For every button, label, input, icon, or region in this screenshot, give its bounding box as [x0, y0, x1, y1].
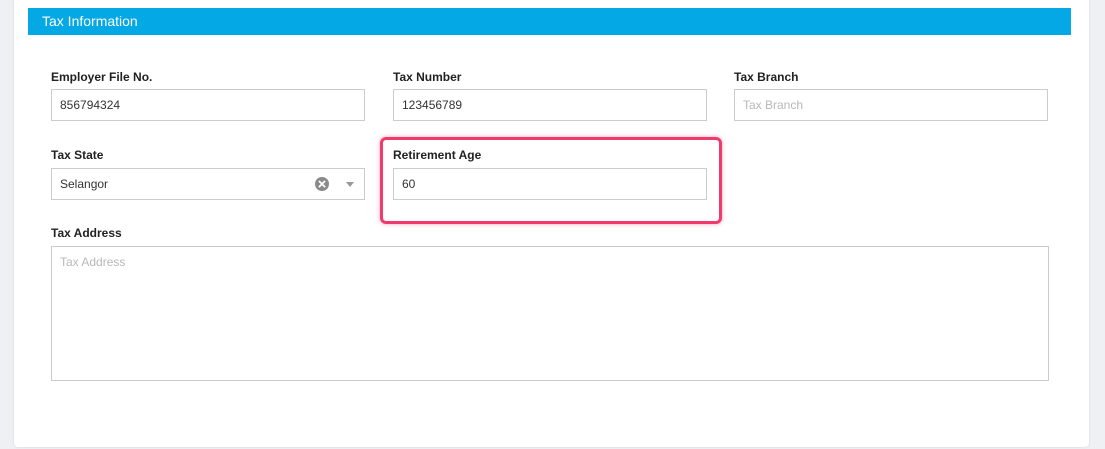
retirement-age-label: Retirement Age: [393, 148, 482, 162]
clear-icon[interactable]: [315, 177, 329, 191]
employer-file-no-label: Employer File No.: [51, 70, 153, 84]
tax-state-label: Tax State: [51, 148, 104, 162]
tax-state-select[interactable]: Selangor: [51, 168, 365, 200]
tax-number-label: Tax Number: [393, 70, 462, 84]
tax-address-textarea[interactable]: [51, 246, 1049, 381]
chevron-down-icon[interactable]: [346, 182, 354, 187]
retirement-age-input[interactable]: [393, 168, 707, 200]
tax-state-value: Selangor: [60, 177, 109, 191]
tax-branch-label: Tax Branch: [734, 70, 799, 84]
section-header: Tax Information: [28, 8, 1071, 35]
tax-branch-input[interactable]: [734, 89, 1048, 121]
tax-number-input[interactable]: [393, 89, 707, 121]
employer-file-no-input[interactable]: [51, 89, 365, 121]
tax-address-label: Tax Address: [51, 226, 122, 240]
